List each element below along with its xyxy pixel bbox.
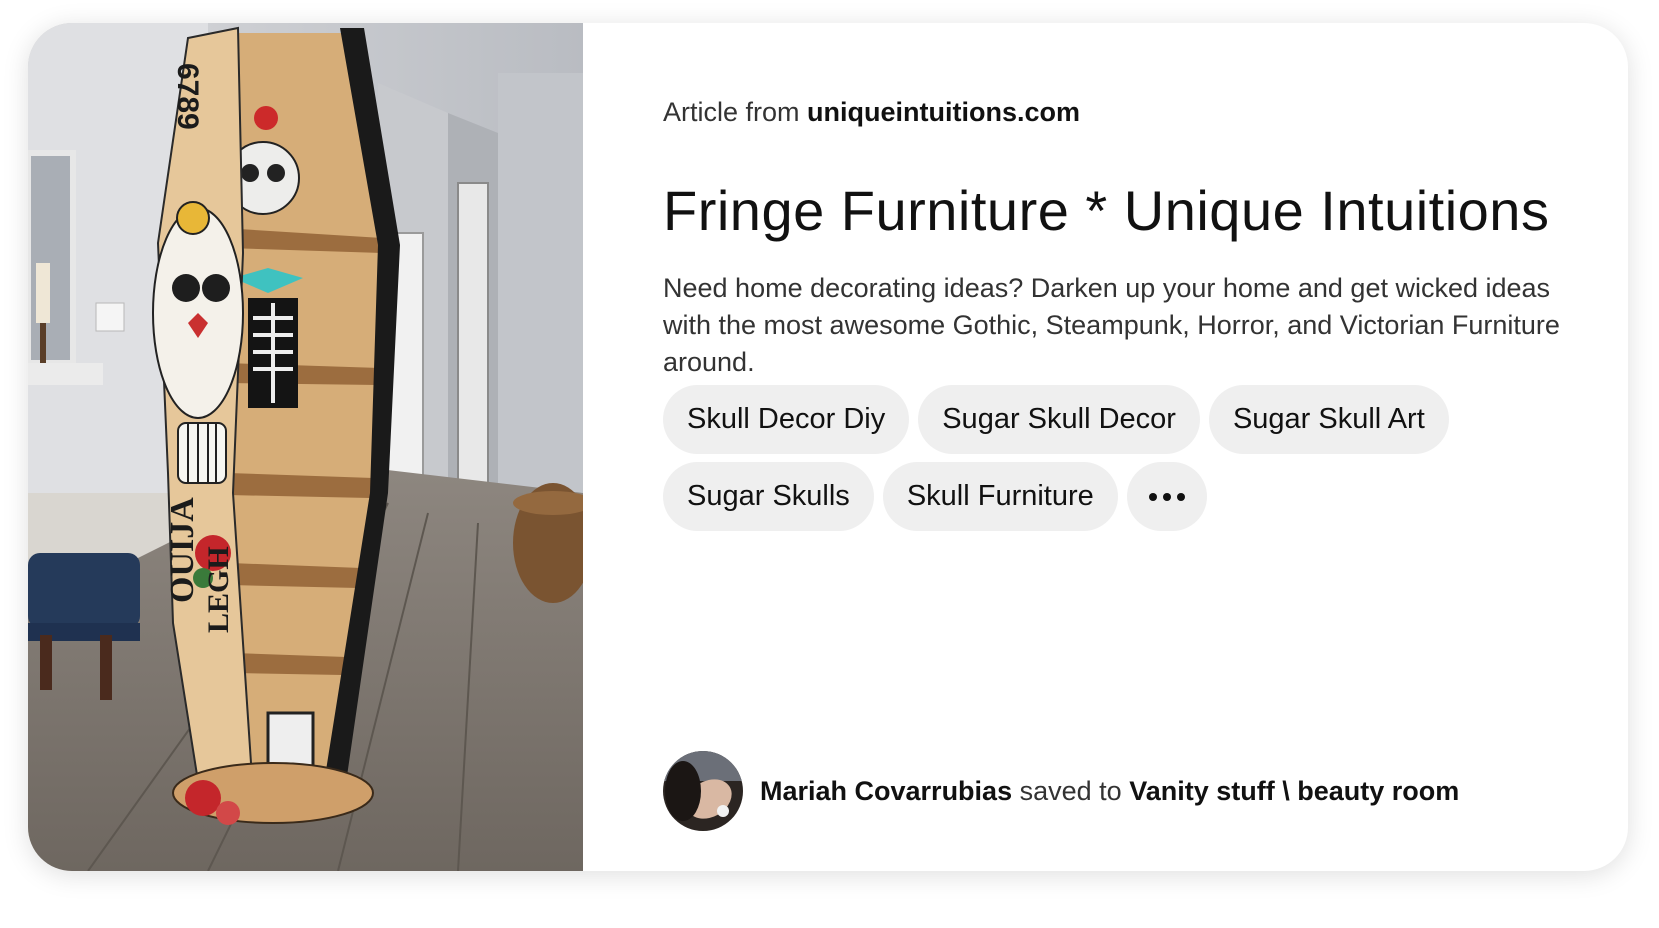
- svg-text:6789: 6789: [171, 63, 204, 130]
- pin-card: 6789 OUIJA LEGH Article from uniqueintui…: [28, 23, 1628, 871]
- pin-title[interactable]: Fringe Furniture * Unique Intuitions: [663, 178, 1549, 243]
- article-source: Article from uniqueintuitions.com: [663, 97, 1080, 128]
- saved-by-user-link[interactable]: Mariah Covarrubias: [760, 776, 1012, 806]
- tag-row: Sugar Skulls Skull Furniture: [663, 462, 1593, 531]
- tag-skull-decor-diy[interactable]: Skull Decor Diy: [663, 385, 910, 454]
- saved-by-verb: saved to: [1019, 775, 1122, 806]
- tag-list: Skull Decor Diy Sugar Skull Decor Sugar …: [663, 385, 1593, 539]
- ellipsis-icon: [1146, 492, 1188, 501]
- svg-text:LEGH: LEGH: [202, 546, 235, 633]
- pin-image[interactable]: 6789 OUIJA LEGH: [28, 23, 583, 871]
- saved-board-link[interactable]: Vanity stuff \ beauty room: [1129, 776, 1459, 806]
- tag-sugar-skull-art[interactable]: Sugar Skull Art: [1208, 385, 1449, 454]
- tag-sugar-skull-decor[interactable]: Sugar Skull Decor: [918, 385, 1200, 454]
- tag-row: Skull Decor Diy Sugar Skull Decor Sugar …: [663, 385, 1593, 454]
- pin-details: Article from uniqueintuitions.com Fringe…: [663, 23, 1598, 871]
- article-domain-link[interactable]: uniqueintuitions.com: [807, 97, 1080, 127]
- pin-description: Need home decorating ideas? Darken up yo…: [663, 273, 1560, 377]
- article-source-prefix: Article from: [663, 97, 800, 127]
- saved-by: Mariah Covarrubias saved to Vanity stuff…: [663, 751, 1459, 831]
- user-avatar[interactable]: [663, 751, 743, 831]
- svg-text:OUIJA: OUIJA: [164, 497, 201, 603]
- tag-skull-furniture[interactable]: Skull Furniture: [882, 462, 1118, 531]
- saved-by-text: Mariah Covarrubias saved to Vanity stuff…: [760, 776, 1459, 807]
- more-tags-button[interactable]: [1126, 462, 1207, 531]
- tag-sugar-skulls[interactable]: Sugar Skulls: [663, 462, 874, 531]
